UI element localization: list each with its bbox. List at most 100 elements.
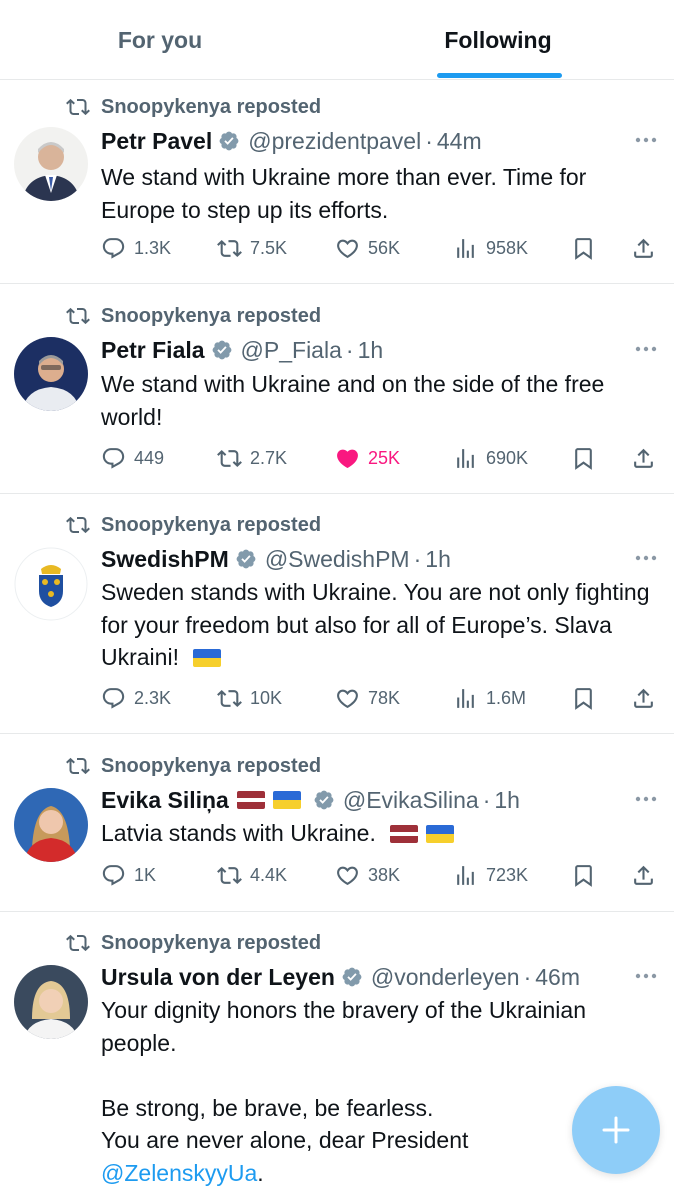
timestamp[interactable]: 44m [437,128,482,155]
timestamp[interactable]: 1h [358,337,384,364]
verified-badge-icon [235,548,257,570]
bookmark-button[interactable] [571,441,604,475]
views-button[interactable]: 958K [453,231,528,265]
tweet-text-paragraph: We stand with Ukraine more than ever. Ti… [101,164,587,223]
verified-badge-icon [341,966,363,988]
views-icon [453,236,478,261]
handle[interactable]: @prezidentpavel [248,128,421,155]
display-name[interactable]: Petr Pavel [101,128,212,155]
repost-banner: Snoopykenya reposted [66,753,321,779]
tweet-actions: 2.3K 10K 78K 1.6M [101,681,661,715]
tweet-text-paragraph: Your dignity honors the bravery of the U… [101,997,586,1056]
timestamp[interactable]: 1h [425,546,451,573]
repost-icon [66,95,90,119]
reply-button[interactable]: 1K [101,858,156,892]
more-icon[interactable] [632,789,660,809]
reply-icon [101,236,126,261]
tweet-text-paragraph: Latvia stands with Ukraine. [101,817,661,850]
timestamp[interactable]: 1h [494,787,520,814]
repost-button[interactable]: 7.5K [217,231,287,265]
views-icon [453,863,478,888]
views-icon [453,446,478,471]
repost-icon [66,304,90,328]
reposted-by-label: Snoopykenya reposted [101,304,322,327]
share-button[interactable] [631,681,664,715]
share-button[interactable] [631,858,664,892]
mention-link[interactable]: @ZelenskyyUa [101,1160,257,1186]
reply-count: 2.3K [134,687,172,708]
bookmark-button[interactable] [571,858,604,892]
separator-dot: · [345,336,354,363]
more-icon[interactable] [632,548,660,568]
avatar[interactable] [14,337,88,411]
repost-banner: Snoopykenya reposted [66,303,321,329]
like-button[interactable]: 78K [335,681,400,715]
reposted-by-label: Snoopykenya reposted [101,95,322,118]
tweet[interactable]: Snoopykenya reposted Petr Pavel @prezide… [0,80,674,284]
display-name[interactable]: SwedishPM [101,546,229,573]
avatar[interactable] [14,127,88,201]
repost-icon [66,931,90,955]
reply-count: 449 [134,447,165,468]
avatar[interactable] [14,788,88,862]
tab-following[interactable]: Following [398,0,598,80]
tweet[interactable]: Snoopykenya reposted Ursula von der Leye… [0,912,674,1200]
reply-button[interactable]: 449 [101,441,164,475]
reply-button[interactable]: 2.3K [101,681,171,715]
tweet[interactable]: Snoopykenya reposted Petr Fiala @P_Fiala… [0,284,674,494]
reposted-by-label: Snoopykenya reposted [101,513,322,536]
heart-icon [335,863,360,888]
repost-count: 2.7K [250,447,288,468]
ukraine-flag-icon [426,825,455,843]
bookmark-button[interactable] [571,681,604,715]
compose-button[interactable] [572,1086,660,1174]
repost-button[interactable]: 4.4K [217,858,287,892]
bookmark-button[interactable] [571,231,604,265]
repost-button[interactable]: 2.7K [217,441,287,475]
views-icon [453,686,478,711]
views-button[interactable]: 690K [453,441,528,475]
reply-count: 1K [134,864,157,885]
latvia-flag-icon [390,825,419,843]
tab-for-you[interactable]: For you [60,0,260,80]
tweet-text-content: Sweden stands with Ukraine. You are not … [101,579,650,670]
handle[interactable]: @EvikaSilina [343,787,479,814]
avatar[interactable] [14,547,88,621]
share-button[interactable] [631,231,664,265]
display-name[interactable]: Ursula von der Leyen [101,964,335,991]
like-button[interactable]: 56K [335,231,400,265]
tweet-text-content: You are never alone, dear President [101,1127,469,1153]
like-button[interactable]: 38K [335,858,400,892]
verified-badge-icon [211,339,233,361]
tweet-header: Petr Pavel @prezidentpavel · 44m [101,124,621,158]
handle[interactable]: @vonderleyen [371,964,520,991]
more-icon[interactable] [632,966,660,986]
repost-button[interactable]: 10K [217,681,282,715]
display-name[interactable]: Petr Fiala [101,337,205,364]
display-name[interactable]: Evika Siliņa [101,787,229,814]
latvia-flag-icon [236,791,265,809]
tweet-text-content: . [257,1159,264,1186]
share-icon [631,236,656,261]
handle[interactable]: @SwedishPM [265,546,410,573]
repost-icon [217,686,242,711]
more-icon[interactable] [632,130,660,150]
reply-button[interactable]: 1.3K [101,231,171,265]
share-button[interactable] [631,441,664,475]
verified-badge-icon [313,789,335,811]
repost-count: 4.4K [250,864,288,885]
avatar[interactable] [14,965,88,1039]
timestamp[interactable]: 46m [535,964,580,991]
tweet[interactable]: Snoopykenya reposted SwedishPM @SwedishP… [0,494,674,734]
tweet[interactable]: Snoopykenya reposted Evika Siliņa @Evika… [0,734,674,912]
more-icon[interactable] [632,339,660,359]
like-button[interactable]: 25K [335,441,400,475]
tweet-text-paragraph: We stand with Ukraine and on the side of… [101,371,605,430]
tweet-text: Latvia stands with Ukraine. [101,817,661,850]
handle[interactable]: @P_Fiala [241,337,342,364]
like-count: 38K [368,864,401,885]
views-button[interactable]: 723K [453,858,528,892]
views-count: 723K [486,864,529,885]
tweet-actions: 1.3K 7.5K 56K 958K [101,231,661,265]
views-button[interactable]: 1.6M [453,681,526,715]
